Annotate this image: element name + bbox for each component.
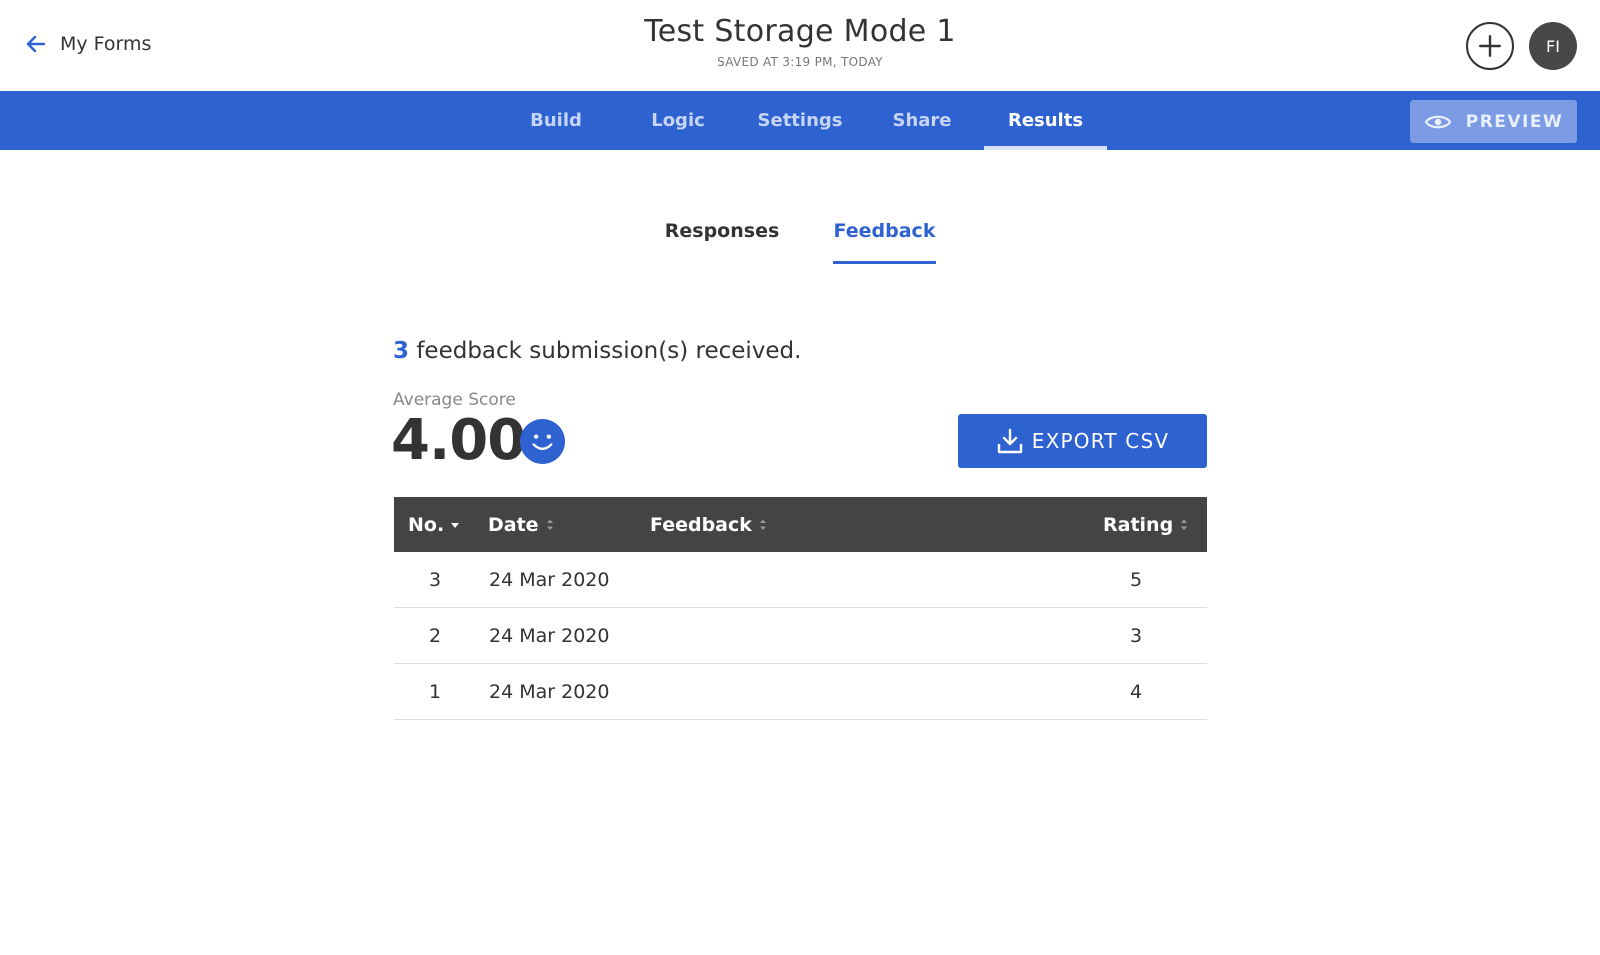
main-nav: Build Logic Settings Share Results PREVI… [0, 91, 1600, 150]
average-score-label: Average Score [393, 390, 516, 410]
average-score-value: 4.00 [391, 408, 526, 473]
table-row: 1 24 Mar 2020 4 [394, 664, 1207, 720]
column-label-no: No. [408, 513, 445, 536]
add-button[interactable] [1466, 22, 1514, 70]
cell-rating: 3 [1129, 625, 1143, 647]
column-header-rating[interactable]: Rating [1103, 497, 1189, 552]
column-label-rating: Rating [1103, 513, 1174, 536]
cell-date: 24 Mar 2020 [489, 681, 610, 703]
feedback-summary: 3 feedback submission(s) received. [393, 338, 801, 364]
sort-icon [546, 519, 553, 530]
cell-rating: 5 [1129, 569, 1143, 591]
subtab-responses[interactable]: Responses [665, 220, 780, 264]
cell-rating: 4 [1129, 681, 1143, 703]
tab-logic[interactable]: Logic [632, 91, 724, 150]
back-to-my-forms-link[interactable]: My Forms [24, 30, 151, 58]
form-title: Test Storage Mode 1 [644, 14, 956, 49]
user-avatar[interactable]: FI [1529, 22, 1577, 70]
preview-label: PREVIEW [1465, 111, 1564, 132]
column-header-no[interactable]: No. [408, 497, 460, 552]
tab-settings[interactable]: Settings [754, 91, 846, 150]
sort-icon [1181, 519, 1188, 530]
saved-status: SAVED AT 3:19 PM, TODAY [717, 55, 883, 69]
smiley-icon [519, 418, 566, 465]
column-header-date[interactable]: Date [488, 497, 555, 552]
sort-descending-icon [451, 522, 460, 528]
export-csv-label: EXPORT CSV [1031, 429, 1170, 453]
plus-icon [1479, 35, 1501, 57]
tab-build[interactable]: Build [510, 91, 602, 150]
preview-button[interactable]: PREVIEW [1410, 100, 1577, 143]
cell-no: 2 [428, 625, 442, 647]
download-icon [997, 428, 1022, 454]
table-header: No. Date Feedback Rating [394, 497, 1207, 552]
tab-share[interactable]: Share [876, 91, 968, 150]
cell-no: 1 [428, 681, 442, 703]
column-label-feedback: Feedback [650, 513, 752, 536]
column-label-date: Date [488, 513, 539, 536]
table-row: 2 24 Mar 2020 3 [394, 608, 1207, 664]
feedback-summary-text: feedback submission(s) received. [416, 338, 802, 364]
arrow-left-icon [26, 35, 46, 53]
export-csv-button[interactable]: EXPORT CSV [958, 414, 1207, 468]
cell-date: 24 Mar 2020 [489, 625, 610, 647]
eye-icon [1424, 115, 1452, 128]
cell-date: 24 Mar 2020 [489, 569, 610, 591]
form-title-block: Test Storage Mode 1 SAVED AT 3:19 PM, TO… [500, 14, 1100, 69]
cell-no: 3 [428, 569, 442, 591]
top-header: My Forms Test Storage Mode 1 SAVED AT 3:… [0, 0, 1600, 90]
subtab-feedback[interactable]: Feedback [833, 220, 936, 264]
feedback-table: No. Date Feedback Rating 3 24 Mar 2020 5… [394, 497, 1207, 720]
sort-icon [759, 519, 766, 530]
column-header-feedback[interactable]: Feedback [650, 497, 768, 552]
back-label: My Forms [60, 33, 152, 55]
table-row: 3 24 Mar 2020 5 [394, 552, 1207, 608]
feedback-count: 3 [393, 338, 410, 364]
tab-results[interactable]: Results [984, 91, 1107, 150]
